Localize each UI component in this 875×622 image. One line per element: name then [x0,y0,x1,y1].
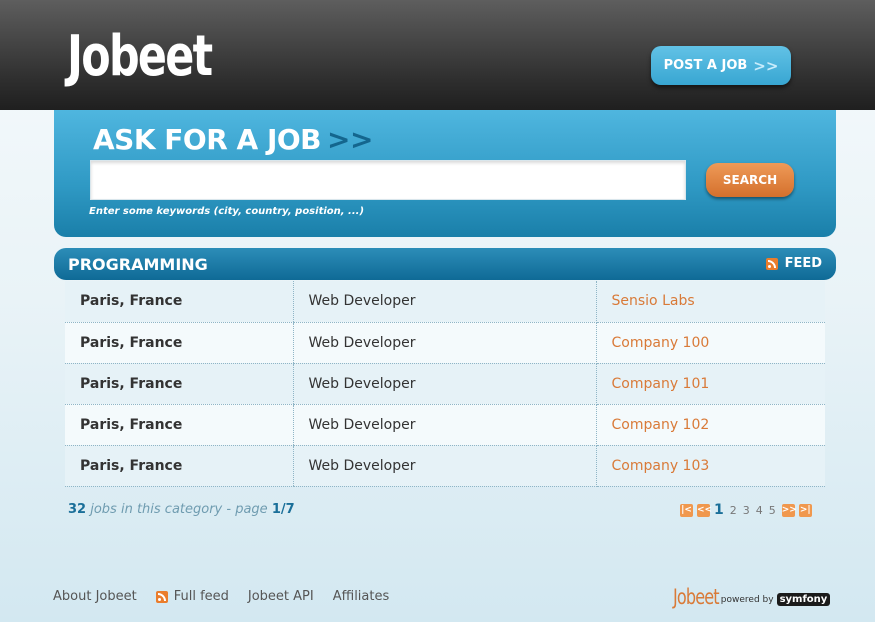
jobs-count-text: jobs in this category - page [90,502,268,517]
search-title-text: ASK FOR A JOB [93,123,322,156]
api-link[interactable]: Jobeet API [248,589,314,604]
search-title: ASK FOR A JOB >> [93,123,373,156]
job-location: Paris, France [65,281,293,323]
double-arrow-icon: >> [753,56,779,75]
search-panel: ASK FOR A JOB >> Enter some keywords (cit… [54,110,836,237]
table-row[interactable]: Paris, France Web Developer Company 101 [65,363,825,405]
about-link[interactable]: About Jobeet [53,589,137,604]
post-a-job-label: POST A JOB [663,58,748,73]
jobs-count-summary: 32 jobs in this category - page 1/7 [68,502,295,517]
page-indicator: 1/7 [271,502,295,517]
jobeet-logo[interactable]: Jobeet [67,22,213,92]
jobs-count: 32 [68,502,87,517]
job-location: Paris, France [65,322,293,364]
page-number[interactable]: 2 [730,504,737,517]
symfony-logo[interactable]: symfony [776,593,831,606]
full-feed-link[interactable]: Full feed [155,589,229,604]
job-position[interactable]: Web Developer [292,445,597,487]
post-a-job-button[interactable]: POST A JOB >> [651,46,791,85]
double-arrow-icon: >> [327,123,373,156]
job-company[interactable]: Company 101 [596,363,825,405]
search-button[interactable]: SEARCH [706,163,794,197]
previous-page-icon[interactable]: << [697,503,712,517]
job-location: Paris, France [65,363,293,405]
job-position[interactable]: Web Developer [292,322,597,364]
page-number[interactable]: 1 [714,502,724,518]
search-input[interactable] [90,160,686,200]
category-header: PROGRAMMING FEED [54,248,836,280]
footer-logo: Jobeet [673,585,720,609]
rss-icon [155,590,168,603]
footer: About Jobeet Full feed Jobeet API Affili… [53,589,408,604]
powered-by-text: powered by [720,595,774,605]
job-company[interactable]: Company 102 [596,404,825,446]
table-row[interactable]: Paris, France Web Developer Company 103 [65,445,825,487]
first-page-icon[interactable]: |< [680,503,693,517]
job-position[interactable]: Web Developer [292,281,597,323]
job-company[interactable]: Sensio Labs [596,281,825,323]
powered-by: Jobeet powered by symfony [673,585,831,609]
job-position[interactable]: Web Developer [292,404,597,446]
page-number[interactable]: 4 [756,504,763,517]
pagination: |< << 1 2 3 4 5 >> >| [680,502,816,518]
page-number[interactable]: 5 [769,504,776,517]
affiliates-link[interactable]: Affiliates [333,589,390,604]
page-number[interactable]: 3 [743,504,750,517]
next-page-icon[interactable]: >> [781,503,797,517]
job-company[interactable]: Company 103 [596,445,825,487]
table-row[interactable]: Paris, France Web Developer Sensio Labs [65,281,825,323]
search-hint: Enter some keywords (city, country, posi… [89,206,365,217]
last-page-icon[interactable]: >| [798,503,812,517]
table-row[interactable]: Paris, France Web Developer Company 100 [65,322,825,364]
job-location: Paris, France [65,404,293,446]
feed-label: FEED [784,256,822,271]
jobs-table: Paris, France Web Developer Sensio Labs … [65,281,825,487]
category-feed-link[interactable]: FEED [765,256,822,271]
job-company[interactable]: Company 100 [596,322,825,364]
header: Jobeet POST A JOB >> [0,0,875,110]
rss-icon [765,257,778,270]
table-row[interactable]: Paris, France Web Developer Company 102 [65,404,825,446]
category-title[interactable]: PROGRAMMING [68,255,208,274]
job-location: Paris, France [65,445,293,487]
job-position[interactable]: Web Developer [292,363,597,405]
full-feed-label: Full feed [173,589,229,604]
